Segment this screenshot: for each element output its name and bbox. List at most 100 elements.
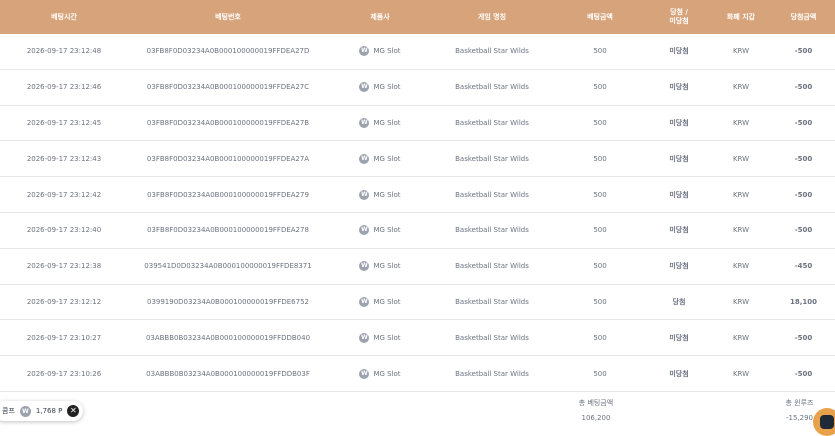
cell-win-amount: -500 [772,212,835,249]
cell-currency: KRW [710,69,772,106]
cell-bet-time: 2026-09-17 23:12:40 [0,212,128,249]
mg-logo-icon: W [359,46,370,57]
cell-currency: KRW [710,212,772,249]
mg-logo-icon: W [359,82,370,93]
cell-result: 미당첨 [648,248,710,285]
cell-win-amount: -500 [772,69,835,106]
points-value: 1,768 P [35,407,63,415]
cell-provider: W MG Slot [328,212,432,249]
cell-bet-time: 2026-09-17 23:12:43 [0,140,128,178]
cell-bet-number: 03FB8F0D03234A0B000100000019FFDEA27B [128,105,328,142]
cell-result: 미당첨 [648,34,710,70]
points-prefix: 콤프 [2,407,15,415]
cell-bet-time: 2026-09-17 23:12:42 [0,176,128,213]
cell-bet-amount: 500 [552,176,648,213]
cell-bet-amount: 500 [552,248,648,285]
cell-result: 미당첨 [648,355,710,392]
cell-bet-amount: 500 [552,69,648,106]
cell-currency: KRW [710,176,772,213]
cell-game-name: Basketball Star Wilds [432,105,552,142]
cell-bet-number: 03FB8F0D03234A0B000100000019FFDEA27A [128,140,328,178]
cell-bet-amount: 500 [552,284,648,321]
provider: W MG Slot [359,296,401,307]
cell-bet-time: 2026-09-17 23:12:45 [0,105,128,142]
header-provider: 제품사 [370,13,390,21]
provider: W MG Slot [359,261,401,272]
cell-provider: W MG Slot [328,140,432,178]
cell-bet-number: 03FB8F0D03234A0B000100000019FFDEA27C [128,69,328,106]
cell-win-amount: 18,100 [772,284,835,321]
table-header: 베팅시간 베팅번호 제품사 게임 명칭 베팅금액 당첨 / 미당첨 화폐 지갑 … [0,0,835,34]
cell-result: 미당첨 [648,69,710,106]
points-widget[interactable]: 콤프 W 1,768 P ✕ [0,401,84,421]
cell-result: 당첨 [648,284,710,321]
cell-result: 미당첨 [648,105,710,142]
header-bet-time: 베팅시간 [51,13,77,21]
cell-bet-number: 03FB8F0D03234A0B000100000019FFDEA278 [128,212,328,249]
cell-win-amount: -500 [772,140,835,178]
cell-game-name: Basketball Star Wilds [432,355,552,392]
cell-provider: W MG Slot [328,284,432,321]
mg-logo-icon: W [359,117,370,128]
cell-result: 미당첨 [648,140,710,178]
header-win-amount: 당첨금액 [790,13,817,21]
table-row: 2026-09-17 23:12:45 03FB8F0D03234A0B00010… [0,105,835,142]
cell-game-name: Basketball Star Wilds [432,319,552,357]
header-result-line1: 당첨 / [670,8,688,16]
provider: W MG Slot [359,82,401,93]
cell-bet-time: 2026-09-17 23:12:12 [0,284,128,321]
summary-bar: 총 베팅금액 106,200 총 윈루즈 -15,290 [0,398,835,433]
header-bet-amount: 베팅금액 [587,13,613,21]
total-win-label: 총 윈루즈 [785,399,814,407]
table-row: 2026-09-17 23:12:43 03FB8F0D03234A0B00010… [0,140,835,178]
cell-bet-amount: 500 [552,105,648,142]
mg-logo-icon: W [359,261,370,272]
close-icon[interactable]: ✕ [67,405,80,417]
cell-currency: KRW [710,248,772,285]
chat-button[interactable] [813,408,835,436]
mg-logo-icon: W [359,368,370,379]
cell-win-amount: -500 [772,105,835,142]
header-game-name: 게임 명칭 [477,13,507,21]
cell-provider: W MG Slot [328,69,432,106]
provider-name: MG Slot [373,83,401,92]
cell-game-name: Basketball Star Wilds [432,140,552,178]
provider-name: MG Slot [373,226,401,235]
provider: W MG Slot [359,225,401,236]
table-row: 2026-09-17 23:12:38 039541D0D03234A0B0001… [0,248,835,285]
cell-bet-number: 03FB8F0D03234A0B000100000019FFDEA279 [128,176,328,213]
cell-provider: W MG Slot [328,355,432,392]
table-row: 2026-09-17 23:12:48 03FB8F0D03234A0B00010… [0,34,835,70]
total-bet: 총 베팅금액 106,200 [548,398,644,422]
cell-currency: KRW [710,355,772,392]
cell-bet-amount: 500 [552,212,648,249]
provider: W MG Slot [359,117,401,128]
cell-win-amount: -500 [772,319,835,357]
provider: W MG Slot [359,153,401,164]
cell-bet-number: 039541D0D03234A0B000100000019FFDE8371 [128,248,328,285]
provider-name: MG Slot [373,118,401,127]
provider-name: MG Slot [373,262,401,271]
mg-logo-icon: W [359,153,370,164]
header-result: 당첨 / 미당첨 [648,0,710,34]
header-result-line2: 미당첨 [669,17,689,25]
cell-result: 미당첨 [648,319,710,357]
cell-bet-time: 2026-09-17 23:10:27 [0,319,128,357]
cell-win-amount: -450 [772,248,835,285]
cell-provider: W MG Slot [328,34,432,70]
cell-currency: KRW [710,34,772,70]
cell-win-amount: -500 [772,355,835,392]
header-bet-number: 베팅번호 [215,13,241,21]
provider: W MG Slot [359,332,401,343]
cell-currency: KRW [710,319,772,357]
cell-bet-time: 2026-09-17 23:12:48 [0,34,128,70]
cell-bet-amount: 500 [552,140,648,178]
table-row: 2026-09-17 23:12:40 03FB8F0D03234A0B00010… [0,212,835,249]
chat-bubble-icon [820,415,834,429]
cell-game-name: Basketball Star Wilds [432,176,552,213]
cell-bet-amount: 500 [552,355,648,392]
cell-bet-amount: 500 [552,34,648,70]
provider: W MG Slot [359,46,401,57]
provider: W MG Slot [359,368,401,379]
cell-provider: W MG Slot [328,176,432,213]
